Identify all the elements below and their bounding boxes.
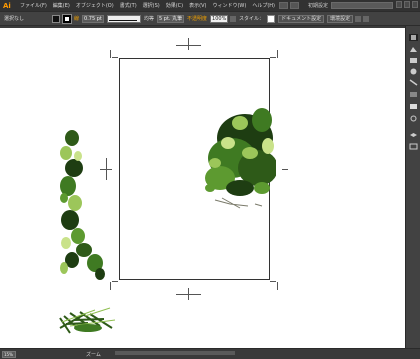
- illustrator-window: Ai ファイル(F) 編集(E) オブジェクト(O) 書式(T) 選択(S) 効…: [0, 0, 420, 359]
- app-logo: Ai: [3, 1, 11, 10]
- foliage-bush-right: [205, 98, 282, 209]
- arrange-documents-icon[interactable]: [290, 2, 299, 9]
- menu-file[interactable]: ファイル(F): [20, 2, 47, 9]
- menu-select[interactable]: 選択(S): [143, 2, 160, 9]
- status-tool-label: ズーム: [86, 351, 101, 358]
- stroke-swatch[interactable]: [62, 13, 72, 24]
- style-label: スタイル：: [239, 16, 265, 22]
- close-button[interactable]: [412, 1, 418, 8]
- help-search-input[interactable]: [331, 2, 393, 9]
- control-bar: 選択なし 線 0.75 pt 均等 5 pt. 丸筆 不透明度 100% スタイ…: [0, 11, 420, 26]
- foliage-artwork[interactable]: [0, 28, 405, 348]
- menu-window[interactable]: ウィンドウ(W): [212, 2, 246, 9]
- panel-layers-icon[interactable]: [409, 132, 418, 139]
- graphic-style-swatch[interactable]: [267, 14, 276, 23]
- bridge-icon[interactable]: [279, 2, 288, 9]
- stroke-weight-select[interactable]: 0.75 pt: [82, 14, 105, 23]
- panel-artboards-icon[interactable]: [409, 143, 418, 150]
- panel-brushes-icon[interactable]: [409, 57, 418, 64]
- menu-object[interactable]: オブジェクト(O): [76, 2, 114, 9]
- menu-help[interactable]: ヘルプ(H): [252, 2, 275, 9]
- foliage-bottom-grass: [59, 307, 116, 334]
- panel-dock: [405, 26, 420, 348]
- horizontal-scrollbar[interactable]: [115, 351, 235, 355]
- arrange-icon[interactable]: [355, 15, 362, 22]
- brush-select[interactable]: 5 pt. 丸筆: [157, 14, 185, 23]
- panel-menu-icon[interactable]: [363, 15, 370, 22]
- menu-bar: Ai ファイル(F) 編集(E) オブジェクト(O) 書式(T) 選択(S) 効…: [0, 0, 420, 11]
- window-controls: [396, 1, 418, 8]
- opacity-arrow-icon[interactable]: [230, 15, 237, 22]
- panel-appearance-icon[interactable]: [409, 115, 418, 122]
- stroke-profile-select[interactable]: [107, 14, 142, 23]
- panel-swatches-icon[interactable]: [409, 46, 418, 53]
- panel-transparency-icon[interactable]: [409, 103, 418, 110]
- panel-color-icon[interactable]: [409, 34, 418, 41]
- canvas[interactable]: [0, 28, 405, 348]
- menu-type[interactable]: 書式(T): [120, 2, 137, 9]
- menu-effect[interactable]: 効果(C): [166, 2, 183, 9]
- panel-gradient-icon[interactable]: [409, 91, 418, 98]
- document-setup-button[interactable]: ドキュメント設定: [278, 14, 325, 23]
- fill-swatch[interactable]: [52, 14, 60, 23]
- stroke-profile-line: [109, 19, 138, 21]
- selection-status: 選択なし: [4, 16, 25, 22]
- maximize-button[interactable]: [404, 1, 410, 8]
- menu-view[interactable]: 表示(V): [189, 2, 206, 9]
- menu-edit[interactable]: 編集(E): [53, 2, 70, 9]
- foliage-column-left: [60, 130, 105, 280]
- workspace-switcher[interactable]: 初期設定: [308, 2, 328, 9]
- panel-symbols-icon[interactable]: [409, 68, 418, 75]
- minimize-button[interactable]: [396, 1, 402, 8]
- stroke-label[interactable]: 線: [74, 15, 79, 22]
- opacity-input[interactable]: 100%: [210, 14, 229, 23]
- opacity-label[interactable]: 不透明度: [187, 15, 207, 22]
- zoom-level-input[interactable]: 15%: [2, 350, 16, 358]
- preferences-button[interactable]: 環境設定: [327, 14, 354, 23]
- panel-stroke-icon[interactable]: [409, 79, 418, 86]
- stroke-style-label: 均等: [144, 16, 155, 22]
